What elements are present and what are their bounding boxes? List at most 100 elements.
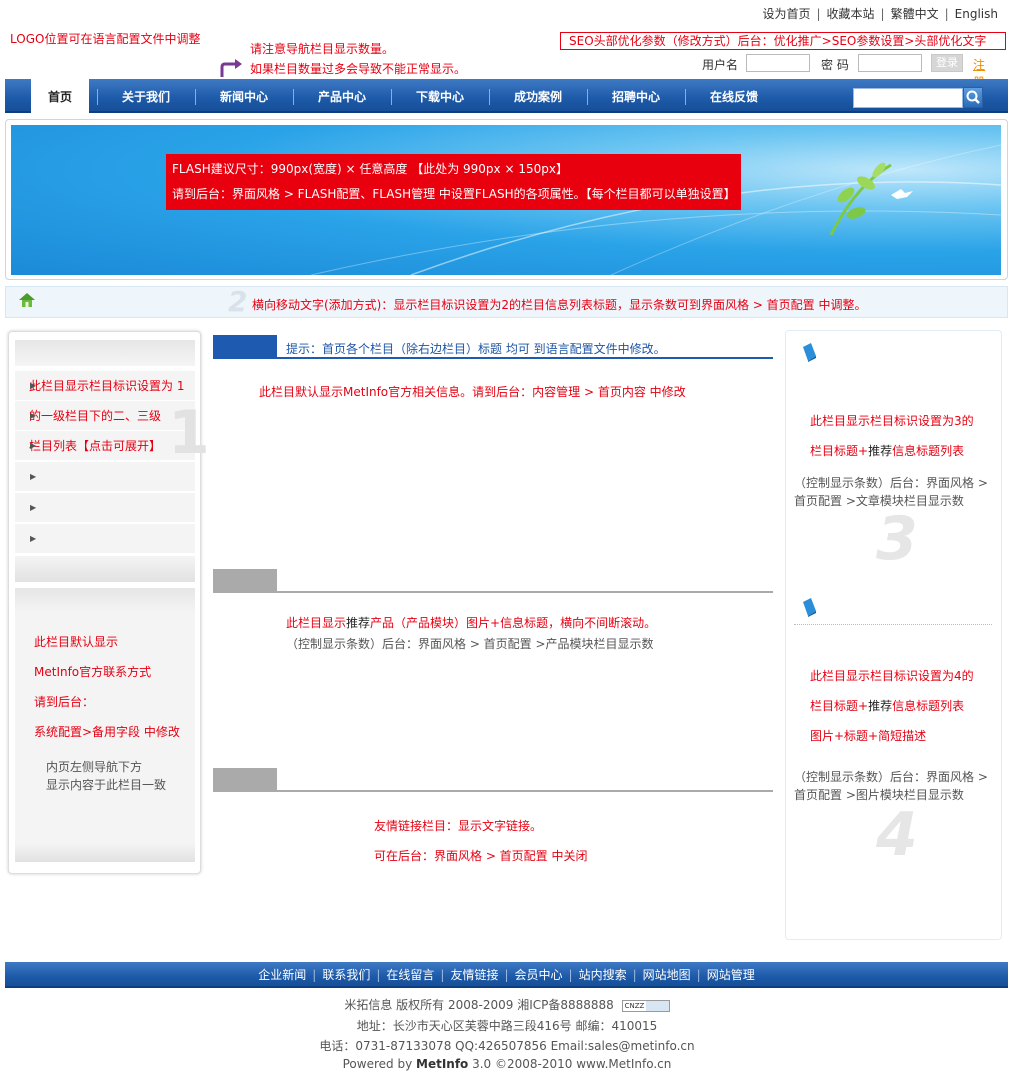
nav-divider: [293, 89, 294, 105]
product-note: （控制显示条数）后台：界面风格 > 首页配置 >产品模块栏目显示数: [286, 637, 654, 651]
block4-line3: 图片+标题+简短描述: [810, 729, 927, 743]
footer-link-admin[interactable]: 网站管理: [707, 968, 755, 982]
product-section-header: [213, 569, 773, 593]
block3-line1: 此栏目显示栏目标识设置为3的: [810, 414, 974, 428]
footer-link-message[interactable]: 在线留言: [386, 968, 434, 982]
nav-divider: [685, 89, 686, 105]
curved-arrow-icon: [220, 59, 242, 77]
book-icon: [803, 343, 816, 362]
flash-size-note: FLASH建议尺寸：990px(宽度) × 任意高度 【此处为 990px × …: [166, 154, 741, 210]
main-nav: 首页 关于我们 新闻中心 产品中心 下载中心 成功案例 招聘中心 在线反馈: [5, 79, 1008, 115]
bookmark-link[interactable]: 收藏本站: [827, 7, 875, 21]
nav-count-note: 请注意导航栏目显示数量。 如果栏目数量过多会导致不能正常显示。: [250, 39, 466, 79]
sidebar-footer: [15, 556, 195, 582]
links-desc: 友情链接栏目：显示文字链接。: [374, 819, 543, 833]
separator: |: [632, 968, 637, 982]
flash-note-line-1: FLASH建议尺寸：990px(宽度) × 任意高度 【此处为 990px × …: [172, 162, 568, 176]
nav-item-products[interactable]: 产品中心: [299, 79, 385, 113]
sidebar-item[interactable]: ▶: [15, 493, 195, 523]
nav-divider: [489, 89, 490, 105]
metinfo-link[interactable]: MetInfo: [416, 1057, 468, 1071]
section-tab: [213, 569, 277, 593]
block3-note: （控制显示条数）后台：界面风格 >: [794, 476, 988, 490]
separator: |: [696, 968, 701, 982]
footer-link-links[interactable]: 友情链接: [450, 968, 498, 982]
username-input[interactable]: [746, 54, 810, 72]
triangle-right-icon: ▶: [30, 503, 37, 512]
section-tab: [213, 335, 277, 359]
footer-link-contact[interactable]: 联系我们: [322, 968, 370, 982]
separator: |: [504, 968, 509, 982]
product-desc: 此栏目显示推荐产品（产品模块）图片+信息标题，横向不间断滚动。: [286, 616, 657, 630]
contact-note: 内页左侧导航下方: [46, 760, 143, 774]
sidebar-item[interactable]: ▶: [15, 524, 195, 554]
nav-item-jobs[interactable]: 招聘中心: [593, 79, 679, 113]
triangle-right-icon: ▶: [30, 441, 37, 450]
section-line: [213, 591, 773, 593]
triangle-right-icon: ▶: [30, 534, 37, 543]
nav-note-line-2: 如果栏目数量过多会导致不能正常显示。: [250, 62, 467, 76]
cnzz-badge[interactable]: CNZZ: [621, 999, 670, 1012]
flash-note-line-2: 请到后台：界面风格 > FLASH配置、FLASH管理 中设置FLASH的各项属…: [172, 187, 736, 201]
english-link[interactable]: English: [955, 7, 998, 21]
login-button[interactable]: 登录: [931, 54, 963, 72]
book-icon: [803, 598, 816, 617]
links-note: 可在后台：界面风格 > 首页配置 中关闭: [374, 849, 588, 863]
nav-divider: [97, 89, 98, 105]
nav-item-news[interactable]: 新闻中心: [201, 79, 287, 113]
section-line: [213, 357, 773, 359]
contact-line: 系统配置>备用字段 中修改: [34, 725, 180, 739]
search-input[interactable]: [853, 88, 963, 108]
dotted-divider: [794, 624, 992, 625]
nav-note-line-1: 请注意导航栏目显示数量。: [250, 42, 395, 56]
nav-item-cases[interactable]: 成功案例: [495, 79, 581, 113]
footer-link-search[interactable]: 站内搜索: [579, 968, 627, 982]
search-button[interactable]: [963, 87, 983, 108]
triangle-right-icon: ▶: [30, 381, 37, 390]
about-content: 此栏目默认显示MetInfo官方相关信息。请到后台：内容管理 > 首页内容 中修…: [259, 385, 686, 399]
search-icon: [966, 90, 980, 104]
logo-placeholder-note: LOGO位置可在语言配置文件中调整: [10, 32, 201, 46]
contact-line: 此栏目默认显示: [34, 635, 119, 649]
block4-line1: 此栏目显示栏目标识设置为4的: [810, 669, 974, 683]
set-homepage-link[interactable]: 设为首页: [762, 7, 810, 21]
sidebar-header: [15, 340, 195, 366]
block3-number: 3: [876, 504, 918, 574]
nav-item-about[interactable]: 关于我们: [103, 79, 189, 113]
contact-header: [15, 588, 195, 614]
block4-line2: 栏目标题+推荐信息标题列表: [810, 699, 965, 713]
footer-address: 地址：长沙市天心区芙蓉中路三段416号 邮编：410015: [356, 1019, 658, 1033]
nav-divider: [391, 89, 392, 105]
home-icon: [19, 293, 35, 307]
triangle-right-icon: ▶: [30, 472, 37, 481]
password-input[interactable]: [858, 54, 922, 72]
title-tip: 提示：首页各个栏目（除右边栏目）标题 均可 到语言配置文件中修改。: [286, 342, 666, 356]
separator: |: [568, 968, 573, 982]
seo-note-box: SEO头部优化参数（修改方式）后台：优化推广>SEO参数设置>头部优化文字: [560, 32, 1006, 50]
triangle-right-icon: ▶: [30, 411, 37, 420]
marquee-text[interactable]: 横向移动文字(添加方式)：显示栏目标识设置为2的栏目信息列表标题，显示条数可到界…: [252, 296, 867, 313]
nav-item-download[interactable]: 下载中心: [397, 79, 483, 113]
footer-link-news[interactable]: 企业新闻: [258, 968, 306, 982]
block4-number: 4: [876, 800, 918, 870]
footer-powered: Powered by MetInfo 3.0 ©2008-2010 www.Me…: [342, 1057, 672, 1071]
sidebar-number: 1: [168, 398, 210, 468]
footer-link-member[interactable]: 会员中心: [515, 968, 563, 982]
sidebar-item[interactable]: ▶ 此栏目显示栏目标识设置为 1: [15, 371, 195, 401]
contact-line: MetInfo官方联系方式: [34, 665, 152, 679]
separator: |: [880, 7, 885, 21]
footer-link-sitemap[interactable]: 网站地图: [643, 968, 691, 982]
footer-nav: 企业新闻 | 联系我们 | 在线留言 | 友情链接 | 会员中心 | 站内搜索 | 网站地图 | 网站管理: [5, 962, 1008, 988]
nav-divider: [195, 89, 196, 105]
separator: |: [440, 968, 445, 982]
password-label: 密 码: [821, 58, 849, 72]
nav-item-feedback[interactable]: 在线反馈: [691, 79, 777, 113]
footer-phone: 电话：0731-87133078 QQ:426507856 Email:sale…: [319, 1039, 695, 1053]
separator: |: [944, 7, 949, 21]
section-tab: [213, 768, 277, 792]
traditional-chinese-link[interactable]: 繁體中文: [891, 7, 939, 21]
contact-note: 显示内容于此栏目一致: [46, 778, 167, 792]
username-label: 用户名: [702, 58, 739, 72]
contact-line: 请到后台：: [34, 695, 95, 709]
nav-item-home[interactable]: 首页: [31, 79, 89, 115]
